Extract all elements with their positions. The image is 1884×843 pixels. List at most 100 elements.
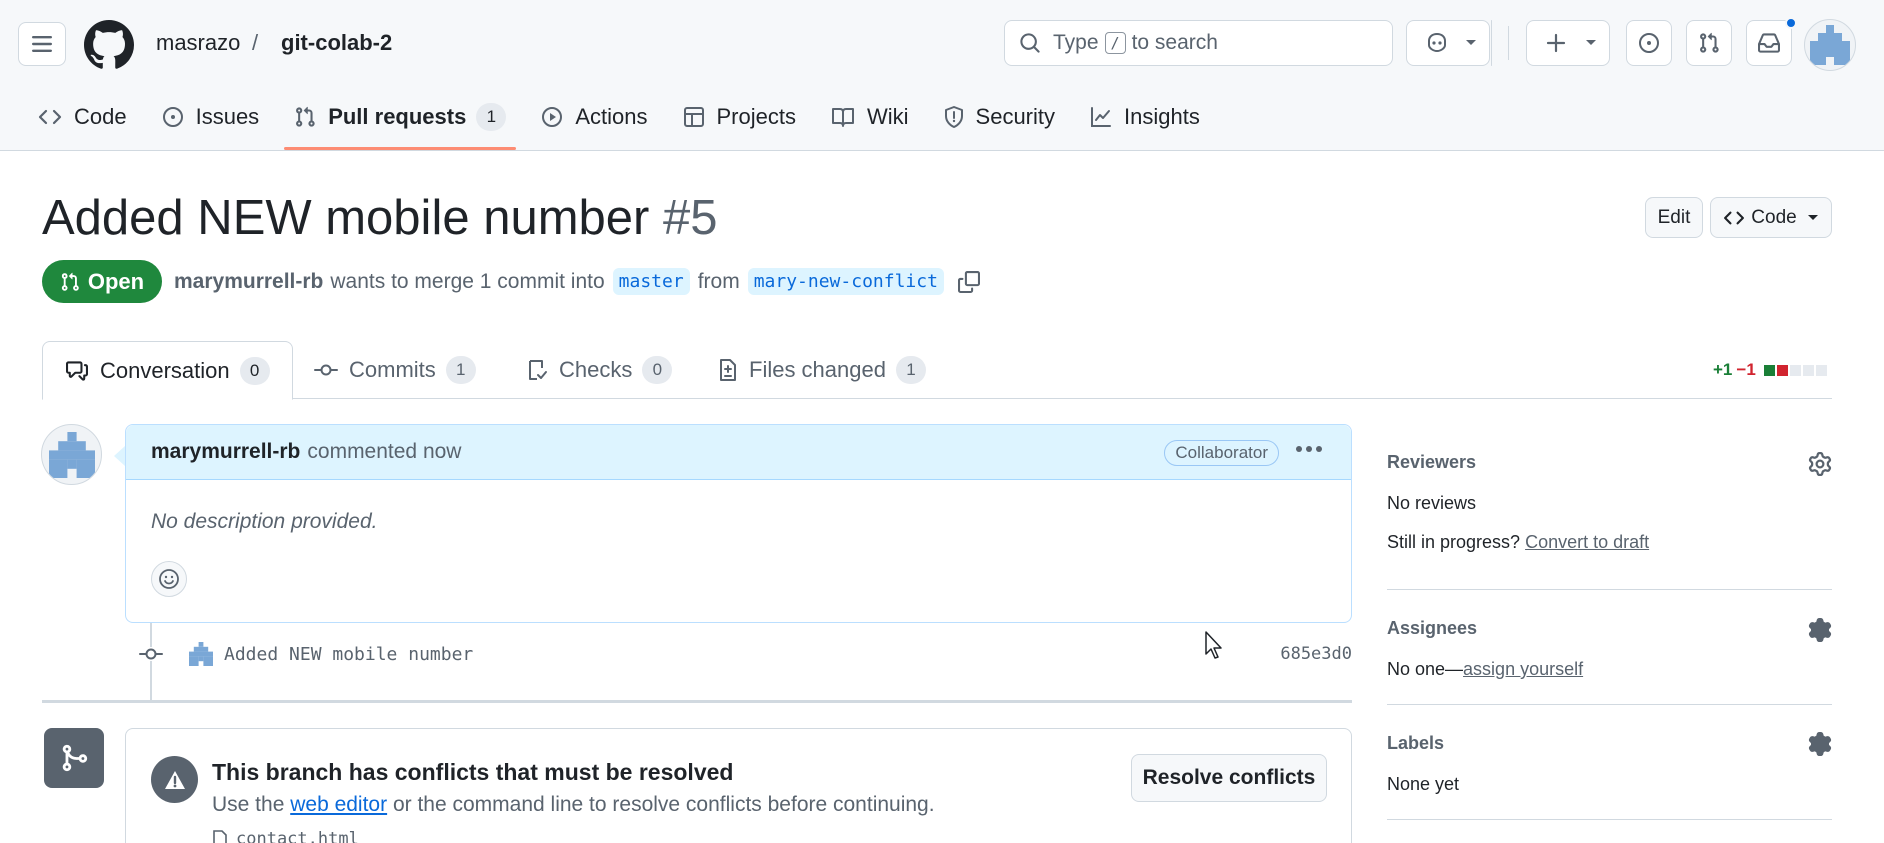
merge-sub-suffix: or the command line to resolve conflicts… xyxy=(392,793,935,816)
tab-label: Conversation xyxy=(100,357,230,383)
pr-tabs: Conversation 0 Commits 1 Checks 0 Files … xyxy=(42,341,1832,400)
tab-count: 1 xyxy=(445,356,476,384)
nav-actions[interactable]: Actions xyxy=(531,98,657,136)
labels-heading[interactable]: Labels xyxy=(1387,733,1832,754)
menu-button[interactable] xyxy=(18,22,66,66)
assignees-heading[interactable]: Assignees xyxy=(1387,618,1832,639)
copilot-split-divider xyxy=(1491,20,1492,66)
tab-label: Commits xyxy=(349,357,436,382)
draft-prompt-text: Still in progress? xyxy=(1387,532,1521,552)
repo-nav: Code Issues Pull requests 1 Actions Proj… xyxy=(28,98,1225,150)
commit-sha[interactable]: 685e3d0 xyxy=(1280,644,1352,664)
page-title: Added NEW mobile number #5 xyxy=(42,190,717,246)
search-input[interactable]: Type / to search xyxy=(1004,20,1393,66)
gear-icon[interactable] xyxy=(1808,618,1832,642)
commit-author-avatar[interactable] xyxy=(188,641,214,667)
hamburger-icon xyxy=(32,36,52,52)
user-avatar[interactable] xyxy=(1804,19,1856,71)
diffstat-block-neutral xyxy=(1815,364,1827,376)
issues-button[interactable] xyxy=(1626,20,1672,66)
comment-author[interactable]: marymurrell-rb xyxy=(151,440,300,464)
breadcrumb-repo[interactable]: git-colab-2 xyxy=(281,30,392,56)
book-icon xyxy=(831,108,854,127)
resolve-conflicts-button[interactable]: Resolve conflicts xyxy=(1131,754,1327,802)
header-divider xyxy=(1508,26,1509,60)
commit-message[interactable]: Added NEW mobile number xyxy=(224,644,473,665)
copilot-icon xyxy=(1428,32,1446,53)
edit-button[interactable]: Edit xyxy=(1645,197,1703,238)
reviewers-value: No reviews xyxy=(1387,493,1477,513)
inbox-button[interactable] xyxy=(1746,20,1792,66)
diffstat-block-del xyxy=(1776,364,1788,376)
merge-status-box: This branch has conflicts that must be r… xyxy=(125,728,1352,843)
nav-security[interactable]: Security xyxy=(934,98,1065,136)
nav-issues[interactable]: Issues xyxy=(152,98,270,136)
pr-author-link[interactable]: marymurrell-rb xyxy=(174,270,323,294)
tab-label: Checks xyxy=(559,357,633,382)
play-icon xyxy=(542,107,563,127)
copilot-button[interactable] xyxy=(1406,20,1490,66)
status-label: Open xyxy=(87,268,145,294)
nav-projects[interactable]: Projects xyxy=(673,98,806,136)
assignees-value: No one—assign yourself xyxy=(1387,659,1832,680)
tab-files-changed[interactable]: Files changed 1 xyxy=(718,341,926,399)
app-header: masrazo / git-colab-2 Type / to search C… xyxy=(0,0,1884,151)
pr-description-comment: marymurrell-rb commented now Collaborato… xyxy=(125,424,1352,623)
file-diff-icon xyxy=(720,359,736,381)
nav-label: Wiki xyxy=(866,104,909,129)
table-icon xyxy=(683,107,704,127)
identicon-icon xyxy=(1810,25,1850,65)
pr-title-text: Added NEW mobile number xyxy=(42,191,650,245)
comment-author-avatar[interactable] xyxy=(41,424,102,485)
comment-body: No description provided. xyxy=(151,510,378,533)
reviewers-heading[interactable]: Reviewers xyxy=(1387,452,1832,473)
nav-label: Pull requests xyxy=(328,104,467,129)
breadcrumb-owner[interactable]: masrazo xyxy=(156,30,240,56)
add-reaction-button[interactable] xyxy=(151,561,187,597)
code-icon xyxy=(1724,211,1745,224)
diffstat: +1 −1 xyxy=(1713,360,1827,380)
timeline-commit: Added NEW mobile number 685e3d0 xyxy=(138,640,1352,668)
conversation-icon xyxy=(66,360,88,381)
nav-label: Issues xyxy=(195,104,260,129)
base-branch[interactable]: master xyxy=(612,268,690,295)
tab-checks[interactable]: Checks 0 xyxy=(526,341,673,399)
nav-label: Actions xyxy=(575,104,648,129)
code-dropdown-button[interactable]: Code xyxy=(1710,197,1832,238)
merge-conflict-title: This branch has conflicts that must be r… xyxy=(212,759,734,785)
nav-pull-requests[interactable]: Pull requests 1 xyxy=(284,98,517,150)
kebab-menu-icon[interactable] xyxy=(1295,445,1323,453)
diffstat-block-neutral xyxy=(1789,364,1801,376)
nav-code[interactable]: Code xyxy=(28,98,137,136)
create-new-button[interactable] xyxy=(1526,20,1610,66)
pull-request-icon xyxy=(1700,32,1719,53)
diffstat-block-add xyxy=(1763,364,1775,376)
breadcrumb-separator: / xyxy=(252,30,259,55)
nav-label: Code xyxy=(74,104,127,129)
copy-icon[interactable] xyxy=(957,270,980,293)
nav-count-badge: 1 xyxy=(476,103,507,131)
diffstat-block-neutral xyxy=(1802,364,1814,376)
github-logo-icon[interactable] xyxy=(84,20,134,70)
chevron-down-icon xyxy=(1586,40,1596,45)
nav-label: Insights xyxy=(1124,104,1200,129)
diffstat-deletions: −1 xyxy=(1736,360,1756,379)
nav-wiki[interactable]: Wiki xyxy=(821,98,919,136)
pull-requests-button[interactable] xyxy=(1686,20,1732,66)
conflicting-file-name: contact.html xyxy=(236,829,359,843)
convert-to-draft-link[interactable]: Convert to draft xyxy=(1525,532,1649,552)
nav-insights[interactable]: Insights xyxy=(1080,98,1210,136)
web-editor-link[interactable]: web editor xyxy=(290,793,387,816)
chevron-down-icon xyxy=(1807,214,1818,220)
gear-icon[interactable] xyxy=(1808,732,1832,756)
shield-icon xyxy=(944,106,963,128)
sidebar-divider xyxy=(1387,819,1832,820)
alert-icon xyxy=(151,756,198,803)
tab-commits[interactable]: Commits 1 xyxy=(314,341,476,399)
gear-icon[interactable] xyxy=(1808,452,1832,476)
head-branch[interactable]: mary-new-conflict xyxy=(747,268,944,295)
tab-conversation[interactable]: Conversation 0 xyxy=(42,341,293,400)
assign-yourself-link[interactable]: assign yourself xyxy=(1463,659,1583,679)
tab-count: 0 xyxy=(642,356,673,384)
mouse-pointer-icon xyxy=(1205,631,1222,659)
